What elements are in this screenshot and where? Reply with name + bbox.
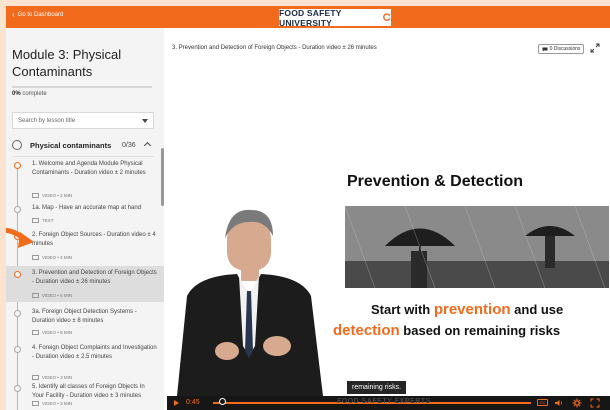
lesson-item[interactable]: 4. Foreign Object Complaints and Investi… bbox=[6, 344, 164, 384]
volume-icon[interactable] bbox=[554, 398, 564, 408]
slide-highlight-prevention: prevention bbox=[433, 301, 511, 318]
progress-value: 0% bbox=[12, 91, 21, 97]
subtitle-caption: remaining risks. bbox=[347, 381, 407, 394]
video-icon bbox=[32, 193, 39, 198]
module-title: Module 3: Physical Contaminants bbox=[12, 47, 122, 79]
discussions-button[interactable]: 0 Discussions bbox=[538, 44, 584, 54]
lesson-meta-text: VIDEO • 4 MIN bbox=[42, 255, 73, 260]
slide-text-1a: Start with bbox=[371, 302, 434, 317]
progress-label: 0% complete bbox=[12, 91, 47, 97]
seek-handle[interactable] bbox=[219, 398, 227, 405]
lesson-meta: VIDEO • 8 MIN bbox=[32, 330, 72, 335]
presenter-image bbox=[177, 209, 323, 396]
lesson-meta-text: VIDEO • 3 MIN bbox=[42, 375, 73, 380]
section-count: 0/36 bbox=[122, 141, 136, 149]
current-time: 0:45 bbox=[186, 399, 200, 406]
progress-text: complete bbox=[22, 91, 47, 97]
video-icon bbox=[32, 375, 39, 380]
lesson-search-select[interactable]: Search by lesson title bbox=[12, 112, 154, 129]
slide-text-2b: based on remaining risks bbox=[399, 323, 561, 338]
slide-heading: Prevention & Detection bbox=[347, 173, 524, 190]
lesson-title: 5. Identify all classes of Foreign Objec… bbox=[32, 384, 145, 399]
brand-logo[interactable]: FOOD SAFETY UNIVERSITY bbox=[279, 7, 391, 28]
lesson-meta-text: VIDEO • 3 MIN bbox=[42, 401, 73, 406]
lesson-meta: VIDEO • 4 MIN bbox=[32, 255, 72, 260]
lesson-title: 1a. Map - Have an accurate map at hand bbox=[32, 205, 142, 211]
refresh-logo-icon bbox=[382, 13, 391, 21]
cc-icon[interactable]: CC bbox=[537, 399, 548, 406]
course-progress-bar bbox=[12, 86, 152, 88]
lesson-meta-text: VIDEO • 8 MIN bbox=[42, 330, 73, 335]
video-icon bbox=[32, 293, 39, 298]
section-header-physical-contaminants[interactable]: Physical contaminants 0/36 bbox=[12, 136, 154, 154]
lesson-item[interactable]: 5. Identify all classes of Foreign Objec… bbox=[6, 383, 164, 410]
lesson-status-icon bbox=[14, 206, 21, 213]
video-watermark: FOOD SAFETY EXPERTS bbox=[337, 398, 431, 405]
section-status-icon bbox=[12, 140, 22, 150]
slide-text-1b: and use bbox=[510, 302, 564, 317]
lesson-meta-text: VIDEO • 2 MIN bbox=[42, 193, 73, 198]
lesson-meta: VIDEO • 3 MIN bbox=[32, 401, 72, 406]
lesson-meta: VIDEO • 3 MIN bbox=[32, 375, 72, 380]
settings-icon[interactable] bbox=[572, 398, 582, 408]
play-icon[interactable] bbox=[174, 400, 179, 406]
video-title: 3. Prevention and Detection of Foreign O… bbox=[172, 45, 377, 51]
discussions-label: 0 Discussions bbox=[549, 46, 581, 52]
lesson-item[interactable]: 1a. Map - Have an accurate map at hand T… bbox=[6, 204, 164, 226]
chat-icon bbox=[542, 47, 548, 51]
lesson-content: 3. Prevention and Detection of Foreign O… bbox=[164, 28, 610, 410]
app-frame: ‹ Go to Dashboard FOOD SAFETY UNIVERSITY… bbox=[6, 6, 610, 410]
arrow-icon bbox=[6, 227, 34, 248]
lesson-meta: VIDEO • 5 MIN bbox=[32, 293, 72, 298]
fullscreen-icon[interactable] bbox=[590, 398, 600, 408]
brand-text: FOOD SAFETY UNIVERSITY bbox=[279, 7, 342, 28]
slide-text-line-2: detection based on remaining risks bbox=[333, 322, 560, 339]
section-title: Physical contaminants bbox=[30, 140, 112, 150]
umbrella-rain-photo bbox=[345, 206, 609, 288]
player-controls: 0:45 FOOD SAFETY EXPERTS CC bbox=[167, 396, 610, 410]
chevron-down-icon bbox=[142, 119, 148, 123]
back-label: Go to Dashboard bbox=[17, 12, 64, 18]
video-icon bbox=[32, 330, 39, 335]
lesson-status-icon bbox=[14, 346, 21, 353]
lesson-status-icon bbox=[14, 271, 21, 278]
lesson-item[interactable]: 3a. Foreign Object Detection Systems - D… bbox=[6, 308, 164, 340]
lesson-meta-text: VIDEO • 5 MIN bbox=[42, 293, 73, 298]
lesson-title: 4. Foreign Object Complaints and Investi… bbox=[32, 345, 157, 360]
lesson-meta: VIDEO • 2 MIN bbox=[32, 193, 72, 198]
lesson-status-icon bbox=[14, 162, 21, 169]
lesson-title: 3a. Foreign Object Detection Systems - D… bbox=[32, 309, 137, 324]
lesson-item-current[interactable]: 3. Prevention and Detection of Foreign O… bbox=[6, 266, 164, 302]
lesson-title: 2. Foreign Object Sources - Duration vid… bbox=[32, 232, 156, 247]
lesson-status-icon bbox=[14, 310, 21, 317]
divider bbox=[12, 156, 154, 157]
lesson-meta: TEXT bbox=[32, 218, 54, 223]
lesson-title: 3. Prevention and Detection of Foreign O… bbox=[32, 270, 157, 285]
back-to-dashboard-link[interactable]: ‹ Go to Dashboard bbox=[12, 10, 64, 19]
lesson-status-icon bbox=[14, 385, 21, 392]
search-placeholder: Search by lesson title bbox=[18, 117, 76, 124]
top-bar: ‹ Go to Dashboard FOOD SAFETY UNIVERSITY bbox=[6, 6, 610, 28]
course-sidebar: Module 3: Physical Contaminants 0% compl… bbox=[6, 28, 164, 410]
video-icon bbox=[32, 401, 39, 406]
video-icon bbox=[32, 255, 39, 260]
lesson-meta-text: TEXT bbox=[42, 218, 54, 223]
chevron-left-icon: ‹ bbox=[12, 10, 15, 19]
slide-text-line-1: Start with prevention and use bbox=[371, 301, 563, 318]
text-icon bbox=[32, 218, 39, 223]
lesson-item[interactable]: 1. Welcome and Agenda Module Physical Co… bbox=[6, 160, 164, 200]
video-player[interactable]: Prevention & Detection Start with preven… bbox=[167, 58, 610, 396]
chevron-up-icon bbox=[143, 141, 152, 150]
expand-icon[interactable] bbox=[590, 43, 600, 53]
lesson-title: 1. Welcome and Agenda Module Physical Co… bbox=[32, 161, 146, 176]
slide-highlight-detection: detection bbox=[333, 322, 400, 339]
